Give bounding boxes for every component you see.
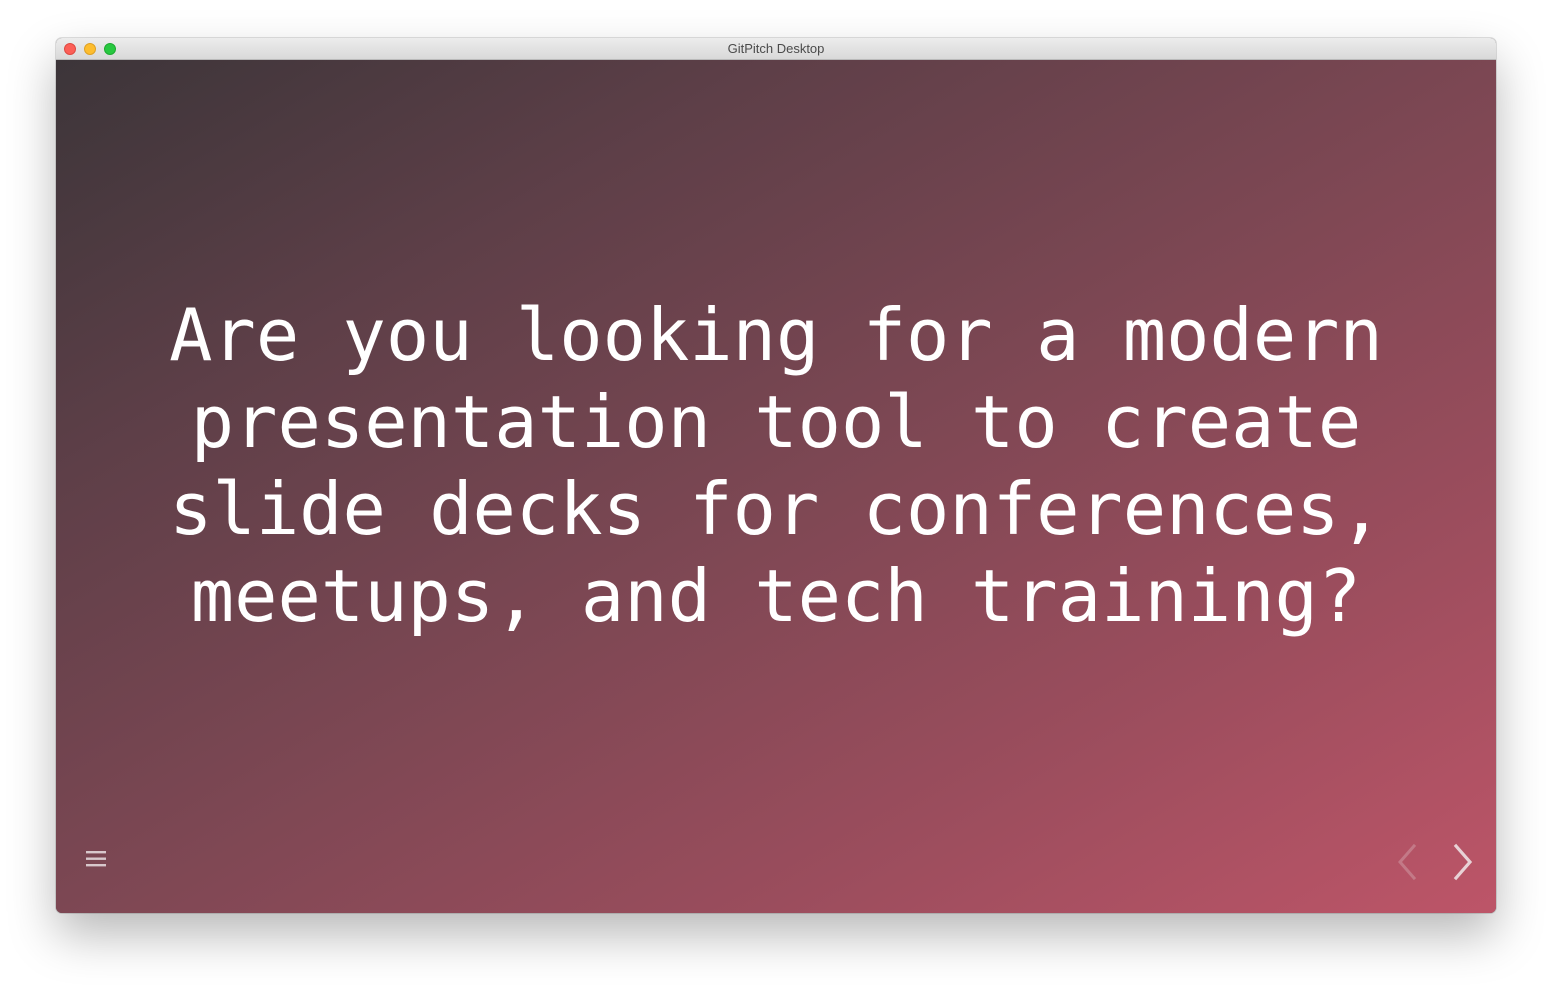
slide-line: Are you looking for a modern [169,293,1383,377]
hamburger-menu-icon[interactable] [84,848,108,870]
app-window: GitPitch Desktop Are you looking for a m… [56,38,1496,913]
chevron-left-icon[interactable] [1394,842,1424,882]
slide-line: slide decks for conferences, [169,467,1383,551]
slide-line: meetups, and tech training? [190,554,1362,638]
chevron-right-icon[interactable] [1450,842,1480,882]
slide-line: presentation tool to create [190,380,1362,464]
window-title: GitPitch Desktop [727,41,825,56]
slide[interactable]: Are you looking for a modern presentatio… [56,60,1496,913]
slide-heading: Are you looking for a modern presentatio… [156,292,1396,640]
title-bar[interactable]: GitPitch Desktop [56,38,1496,60]
